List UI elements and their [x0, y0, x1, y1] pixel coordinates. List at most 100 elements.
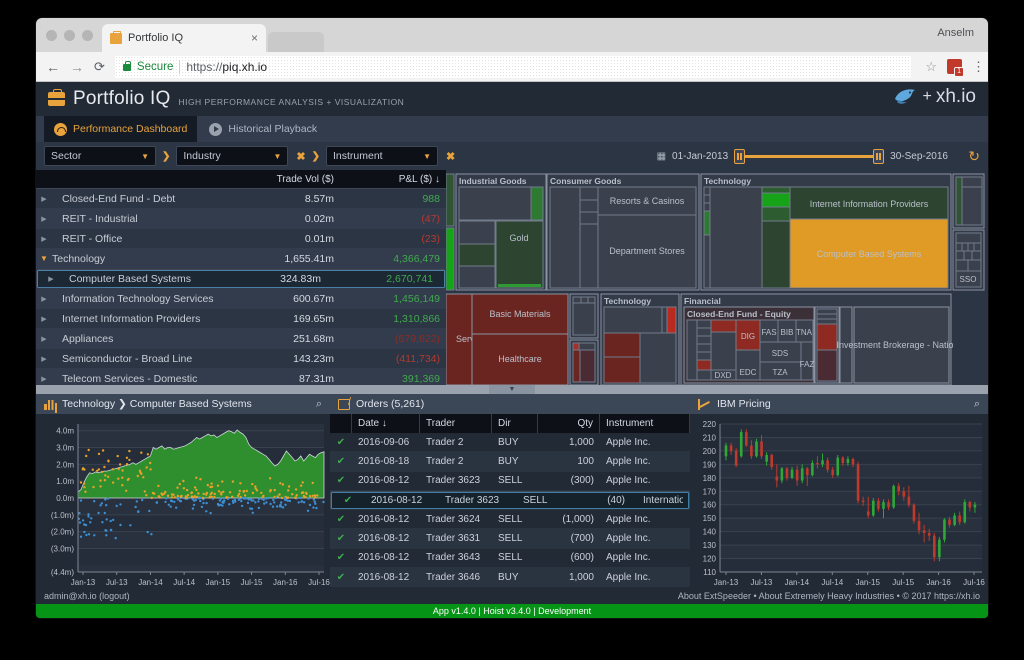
browser-tab[interactable]: Portfolio IQ × [102, 24, 266, 52]
sector-select[interactable]: Sector ▼ [44, 146, 156, 166]
table-row[interactable]: ▼ Technology 1,655.41m 4,366,479 [36, 249, 446, 269]
close-window-button[interactable] [46, 30, 57, 41]
menu-kebab-icon[interactable]: ⋮ [972, 60, 985, 73]
search-icon[interactable]: ⌕ [316, 398, 322, 411]
table-row[interactable]: ✔ 2016-08-12 Trader 3624 SELL (1,000) Apple I… [330, 510, 690, 530]
row-trade-vol: 0.01m [304, 232, 334, 245]
close-icon[interactable]: × [251, 31, 258, 45]
expand-toggle-icon[interactable]: ▶ [36, 315, 52, 323]
table-row[interactable]: ✔ 2016-08-12 Trader 3623 SELL (300) Apple Inc… [330, 471, 690, 491]
table-row[interactable]: ▶ Internet Information Providers 169.65m 1,… [36, 309, 446, 329]
tab-performance-dashboard[interactable]: Performance Dashboard [44, 116, 198, 142]
extension-icon[interactable] [947, 59, 964, 77]
expand-toggle-icon[interactable]: ▶ [36, 215, 52, 223]
table-row[interactable]: ▶ REIT - Industrial 0.02m (47) [36, 209, 446, 229]
svg-text:170: 170 [703, 487, 717, 496]
table-row[interactable]: ▶ Semiconductor - Broad Line 143.23m (411,7… [36, 349, 446, 369]
table-row[interactable]: ▶ Closed-End Fund - Debt 8.57m 988 [36, 189, 446, 209]
col-status[interactable] [330, 414, 352, 433]
row-label: Technology [52, 252, 106, 265]
table-row[interactable]: ✔ 2016-08-18 Trader 2 BUY 100 Apple Inc. [330, 452, 690, 472]
cell-dir: SELL [498, 552, 523, 564]
row-pnl: (411,734) [395, 352, 440, 365]
table-row[interactable]: ▶ Appliances 251.68m (679,622) [36, 329, 446, 349]
expand-toggle-icon[interactable]: ▶ [36, 295, 52, 303]
col-instrument[interactable]: Instrument [600, 414, 690, 433]
minimize-window-button[interactable] [64, 30, 75, 41]
table-row[interactable]: ✔ 2016-08-12 Trader 3646 BUY 1,000 Apple Inc. [330, 568, 690, 588]
grid-body[interactable]: ▶ Closed-End Fund - Debt 8.57m 988 ▶ REIT - I… [36, 189, 446, 385]
expand-toggle-icon[interactable]: ▶ [36, 235, 52, 243]
svg-text:Jul-15: Jul-15 [892, 578, 914, 587]
sector-select-value: Sector [51, 150, 82, 162]
perf-chart-svg[interactable]: 4.0m 3.0m 2.0m 1.0m 0.0m (1.0m) (2.0m) (3.0m) (4… [36, 414, 330, 599]
table-row[interactable]: ✔ 2016-08-12 Trader 3631 SELL (700) Apple Inc… [330, 529, 690, 549]
bookmark-star-icon[interactable]: ☆ [925, 59, 937, 75]
date-range-control: ▦ 01-Jan-2013 30-Sep-2016 [657, 148, 948, 164]
row-trade-vol: 8.57m [304, 192, 334, 205]
table-row[interactable]: ▶ Information Technology Services 600.67m 1… [36, 289, 446, 309]
date-range-slider[interactable] [734, 148, 885, 164]
industry-select[interactable]: Industry ▼ [176, 146, 289, 166]
treemap-svg[interactable]: Industrial Goods Gold Consumer Goods Res… [445, 172, 986, 387]
row-pnl: 1,310,866 [393, 312, 440, 325]
treemap-label: SDS [772, 349, 788, 358]
back-icon[interactable]: ← [46, 59, 60, 75]
expand-toggle-icon[interactable]: ▶ [36, 195, 52, 203]
col-qty[interactable]: Qty [538, 414, 600, 433]
ibm-chart-svg[interactable]: 220210200190180170160150140130120110Jan-… [690, 414, 988, 599]
search-icon[interactable]: ⌕ [974, 398, 980, 411]
instrument-select[interactable]: Instrument ▼ [326, 146, 438, 166]
table-row[interactable]: ▶ Telecom Services - Domestic 87.31m 391,36… [36, 369, 446, 385]
col-pnl[interactable]: P&L ($) ↓ [342, 170, 446, 188]
slider-handle-start[interactable] [734, 148, 746, 164]
maximize-window-button[interactable] [82, 30, 93, 41]
slider-handle-end[interactable] [873, 148, 885, 164]
svg-text:110: 110 [703, 568, 716, 577]
orders-body[interactable]: Date ↓ Trader Dir Qty Instrument ✔ 2016-0… [330, 414, 690, 599]
cell-trader: Trader 3631 [426, 533, 481, 545]
table-row[interactable]: ▶ REIT - Office 0.01m (23) [36, 229, 446, 249]
treemap-label: FAZ [800, 360, 815, 369]
col-dir[interactable]: Dir [492, 414, 538, 433]
reload-icon[interactable]: ⟳ [94, 59, 105, 75]
footer-user[interactable]: admin@xh.io (logout) [44, 591, 130, 601]
orders-rows[interactable]: ✔ 2016-09-06 Trader 2 BUY 1,000 Apple Inc. ✔ 20… [330, 433, 690, 588]
cell-date: 2016-08-18 [358, 455, 410, 467]
tab-historical-playback[interactable]: Historical Playback [199, 116, 327, 142]
expand-toggle-icon[interactable]: ▶ [36, 375, 52, 383]
expand-toggle-icon[interactable]: ▶ [36, 335, 52, 343]
col-name[interactable] [36, 170, 242, 188]
refresh-icon[interactable]: ↻ [968, 148, 980, 165]
footer-links[interactable]: About ExtSpeeder • About Extremely Heavy… [678, 591, 980, 601]
table-row[interactable]: ✔ 2016-09-06 Trader 2 BUY 1,000 Apple Inc. [330, 433, 690, 453]
expand-toggle-icon[interactable]: ▶ [36, 355, 52, 363]
treemap[interactable]: Industrial Goods Gold Consumer Goods Res… [445, 170, 988, 387]
clear-industry-icon[interactable]: ✖ [296, 150, 305, 163]
col-trade-vol[interactable]: Trade Vol ($) [242, 170, 342, 188]
svg-text:Jan-13: Jan-13 [71, 578, 96, 587]
table-row[interactable]: ▶ Computer Based Systems 324.83m 2,670,741 [36, 269, 446, 289]
cell-date: 2016-08-12 [358, 571, 410, 583]
svg-text:Jul-15: Jul-15 [241, 578, 263, 587]
col-trader[interactable]: Trader [420, 414, 492, 433]
forward-icon[interactable]: → [70, 59, 84, 75]
collapse-icon[interactable]: ▼ [489, 385, 535, 394]
col-date[interactable]: Date ↓ [352, 414, 420, 433]
expand-toggle-icon[interactable]: ▶ [43, 275, 59, 283]
horizontal-splitter[interactable]: ▼ [36, 385, 988, 394]
app-footer: admin@xh.io (logout) About ExtSpeeder • … [36, 588, 988, 604]
table-row[interactable]: ✔ 2016-08-12 Trader 3643 SELL (600) Apple Inc… [330, 548, 690, 569]
clear-instrument-icon[interactable]: ✖ [446, 150, 455, 163]
address-bar[interactable]: Secure https://piq.xh.io [114, 55, 912, 78]
window-controls[interactable] [46, 30, 93, 41]
cell-instrument: Apple Inc. [606, 475, 651, 487]
ibm-body[interactable]: 220 210 200 190 180 170 160 150 140 130 120 110 Jan-… [690, 414, 988, 599]
browser-user-label[interactable]: Anselm [937, 27, 974, 39]
expand-toggle-icon[interactable]: ▼ [36, 254, 52, 263]
perf-chart-body[interactable]: 4.0m 3.0m 2.0m 1.0m 0.0m (1.0m) (2.0m) (3.0m) (4… [36, 414, 330, 599]
treemap-label: BIB [781, 328, 794, 337]
new-tab-button[interactable] [268, 32, 324, 52]
table-row[interactable]: ✔ 2016-08-12 Trader 3623 SELL (40) Internatio… [330, 490, 690, 511]
cell-qty: (700) [570, 533, 594, 545]
